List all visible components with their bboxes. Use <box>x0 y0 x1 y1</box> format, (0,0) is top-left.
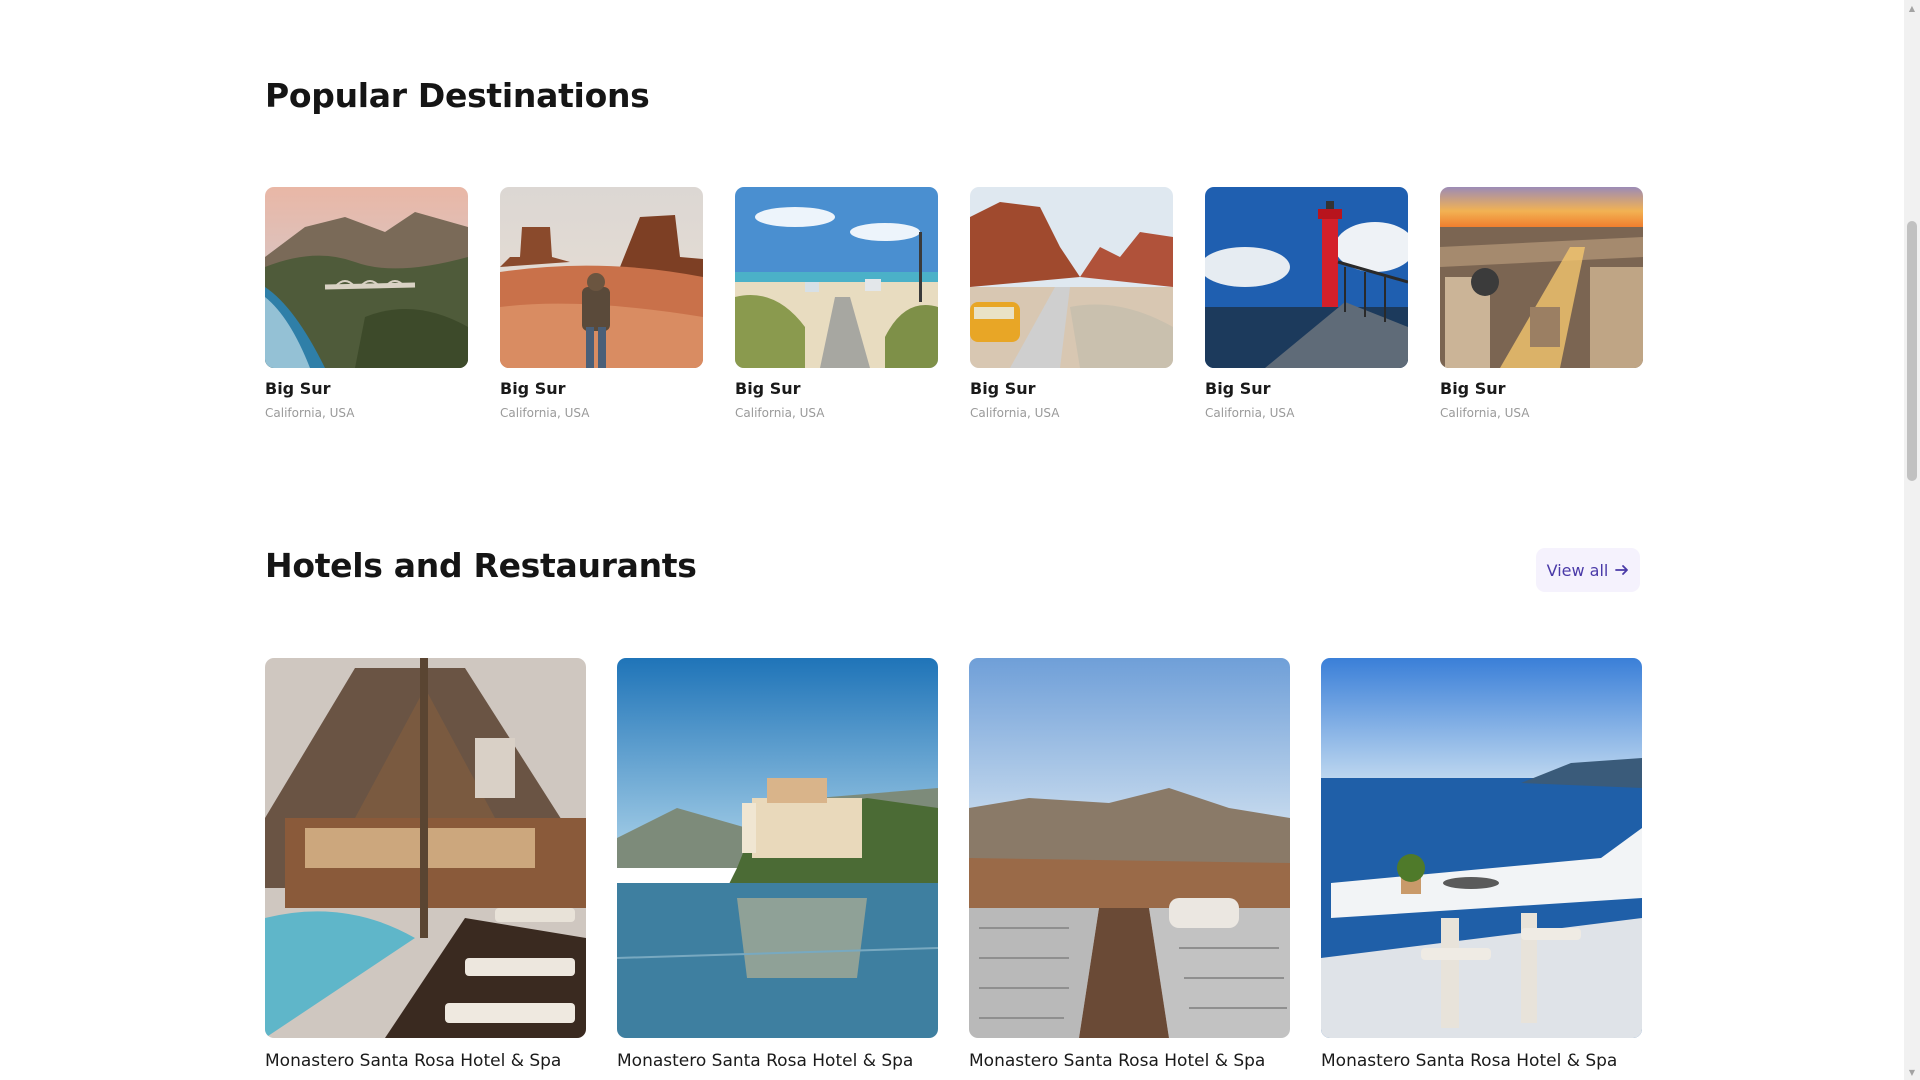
arrow-right-icon <box>1615 565 1629 575</box>
hotel-name: Monastero Santa Rosa Hotel & Spa <box>969 1051 1266 1071</box>
destination-location: California, USA <box>970 406 1060 420</box>
destination-location: California, USA <box>735 406 825 420</box>
hotels-restaurants-title: Hotels and Restaurants <box>265 546 697 585</box>
view-all-label: View all <box>1546 560 1609 580</box>
destination-location: California, USA <box>265 406 355 420</box>
destination-image <box>1205 187 1408 368</box>
view-all-button[interactable]: View all <box>1536 548 1640 592</box>
hotel-name: Monastero Santa Rosa Hotel & Spa <box>1321 1051 1618 1071</box>
destination-location: California, USA <box>500 406 590 420</box>
page-scrollbar[interactable]: ▲ ▼ <box>1904 0 1920 1080</box>
hotels-row: Monastero Santa Rosa Hotel & Spa Monaste… <box>265 658 1642 1072</box>
destination-card[interactable]: Big Sur California, USA <box>1440 187 1643 421</box>
scroll-down-arrow-icon[interactable]: ▼ <box>1904 1064 1920 1080</box>
destinations-row: Big Sur California, USA Big Sur Californ… <box>265 187 1643 421</box>
popular-destinations-title: Popular Destinations <box>265 76 650 115</box>
destination-card[interactable]: Big Sur California, USA <box>735 187 938 421</box>
destination-image <box>970 187 1173 368</box>
hotel-name: Monastero Santa Rosa Hotel & Spa <box>265 1051 562 1071</box>
destination-name: Big Sur <box>265 379 331 398</box>
destination-location: California, USA <box>1440 406 1530 420</box>
destination-name: Big Sur <box>735 379 801 398</box>
destination-name: Big Sur <box>500 379 566 398</box>
hotel-image <box>1321 658 1642 1038</box>
destination-image <box>735 187 938 368</box>
scroll-thumb[interactable] <box>1907 221 1917 481</box>
destination-location: California, USA <box>1205 406 1295 420</box>
destination-name: Big Sur <box>1205 379 1271 398</box>
destination-image <box>1440 187 1643 368</box>
destination-image <box>500 187 703 368</box>
destination-card[interactable]: Big Sur California, USA <box>1205 187 1408 421</box>
destination-name: Big Sur <box>1440 379 1506 398</box>
destination-card[interactable]: Big Sur California, USA <box>265 187 468 421</box>
hotel-card[interactable]: Monastero Santa Rosa Hotel & Spa <box>265 658 586 1072</box>
scroll-up-arrow-icon[interactable]: ▲ <box>1904 0 1920 16</box>
hotel-card[interactable]: Monastero Santa Rosa Hotel & Spa <box>969 658 1290 1072</box>
destination-card[interactable]: Big Sur California, USA <box>970 187 1173 421</box>
hotel-card[interactable]: Monastero Santa Rosa Hotel & Spa <box>1321 658 1642 1072</box>
destination-name: Big Sur <box>970 379 1036 398</box>
hotel-card[interactable]: Monastero Santa Rosa Hotel & Spa <box>617 658 938 1072</box>
hotel-image <box>265 658 586 1038</box>
destination-card[interactable]: Big Sur California, USA <box>500 187 703 421</box>
destination-image <box>265 187 468 368</box>
hotel-image <box>617 658 938 1038</box>
hotel-image <box>969 658 1290 1038</box>
page-viewport: Popular Destinations Big Sur California,… <box>0 0 1904 1080</box>
hotel-name: Monastero Santa Rosa Hotel & Spa <box>617 1051 914 1071</box>
